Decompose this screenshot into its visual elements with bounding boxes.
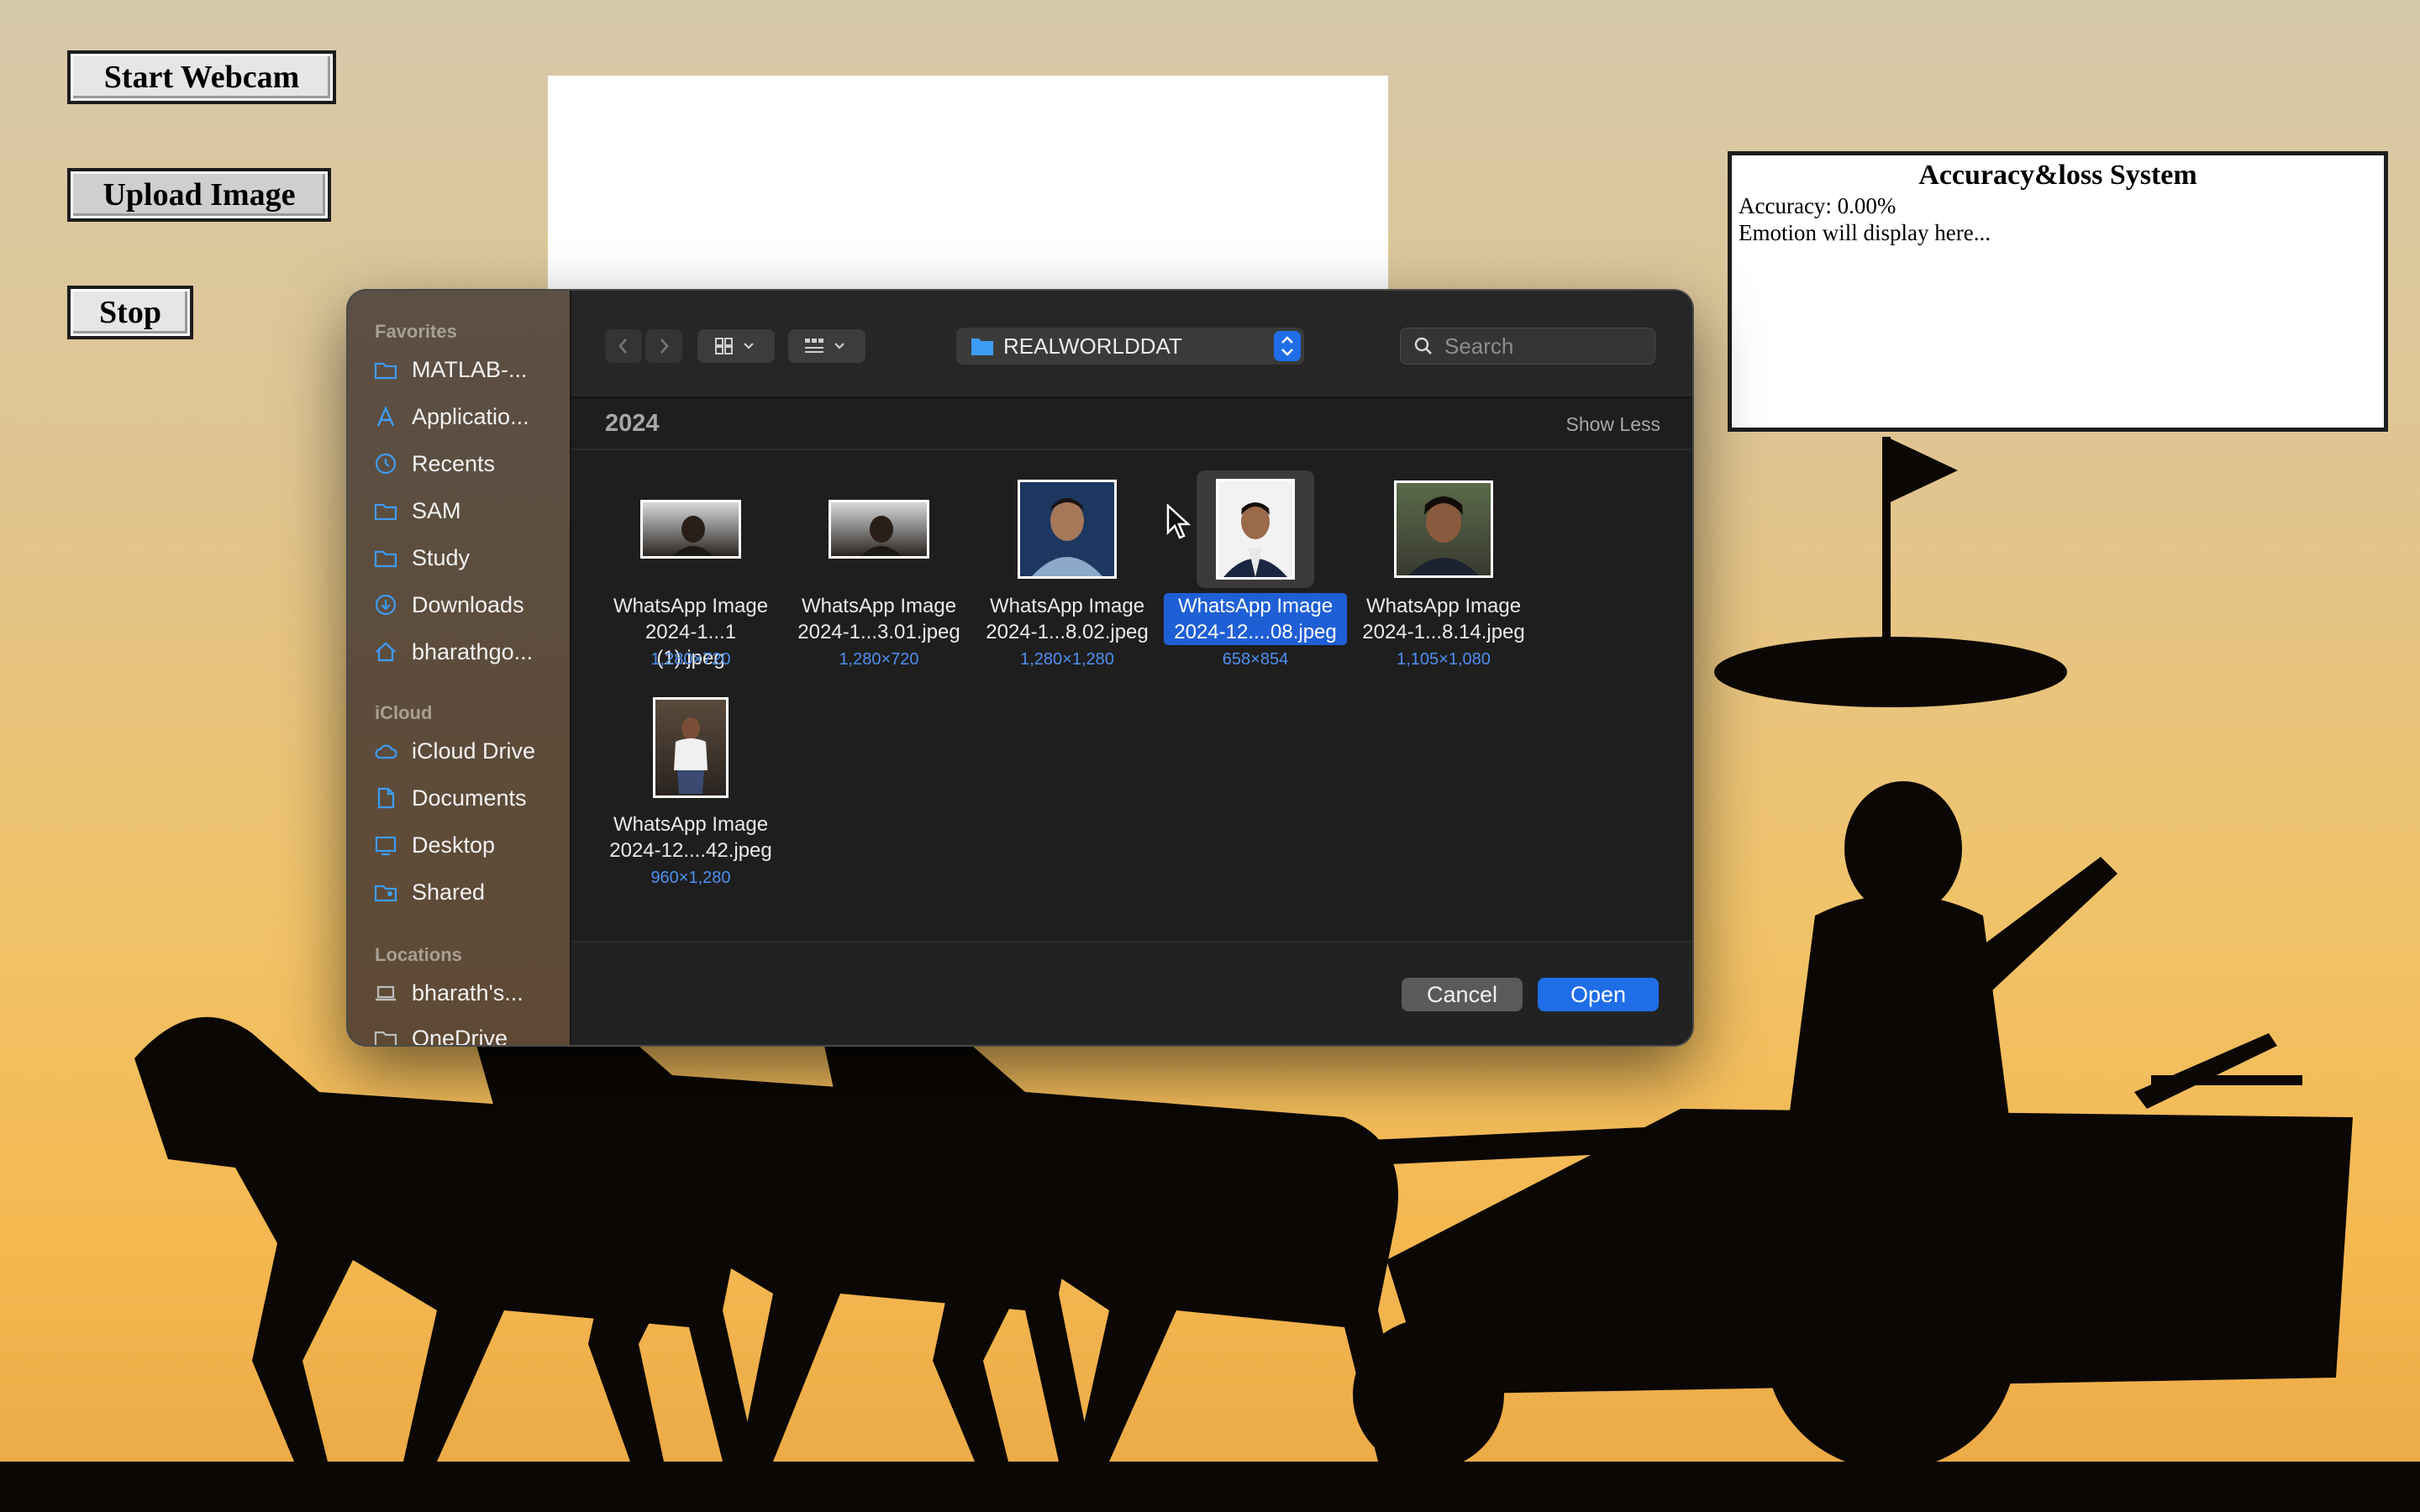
file-open-dialog: Favorites MATLAB-... Applicatio... Recen… [348, 291, 1692, 1045]
applications-icon [376, 405, 395, 427]
show-less-button[interactable]: Show Less [1565, 413, 1660, 436]
dialog-toolbar: REALWORLDDAT Search [571, 291, 1692, 398]
clock-icon [375, 453, 397, 475]
cancel-button[interactable]: Cancel [1402, 978, 1523, 1011]
file-dimensions: 1,280×720 [650, 650, 731, 669]
sidebar-item-label: bharath's... [412, 979, 523, 1005]
sidebar-item-applications[interactable]: Applicatio... [373, 396, 566, 437]
sidebar-item-desktop[interactable]: Desktop [373, 825, 566, 865]
forward-button[interactable] [645, 329, 682, 363]
mouse-pointer-icon [1166, 504, 1192, 539]
folder-icon [374, 503, 397, 521]
file-dimensions: 658×854 [1222, 650, 1289, 669]
folder-icon [374, 362, 397, 380]
group-view-button[interactable] [788, 329, 865, 363]
desktop-icon [375, 836, 397, 856]
section-title: 2024 [605, 410, 660, 437]
sidebar-item-macbook[interactable]: bharath's... [373, 973, 566, 1013]
search-placeholder: Search [1444, 333, 1514, 359]
sidebar-item-documents[interactable]: Documents [373, 778, 566, 818]
sidebar-header-icloud: iCloud [375, 702, 433, 723]
folder-location-label: REALWORLDDAT [1003, 333, 1182, 359]
file-dimensions: 960×1,280 [650, 869, 731, 887]
sidebar-item-sam[interactable]: SAM [373, 491, 566, 531]
document-icon [377, 787, 395, 809]
sidebar-item-downloads[interactable]: Downloads [373, 585, 566, 625]
shared-folder-icon [374, 885, 397, 902]
file-name: WhatsApp Image 2024-1...8.02.jpeg [986, 595, 1149, 643]
sidebar-item-label: iCloud Drive [412, 738, 536, 764]
folder-icon [374, 550, 397, 568]
image-preview-area [548, 76, 1388, 294]
sidebar-item-label: MATLAB-... [412, 356, 528, 382]
dialog-main: REALWORLDDAT Search 2024 Show Less Whats… [571, 291, 1692, 1045]
file-name: WhatsApp Image 2024-12....42.jpeg [609, 813, 772, 862]
sidebar-item-matlab[interactable]: MATLAB-... [373, 349, 566, 390]
stop-button[interactable]: Stop [67, 286, 193, 339]
sidebar-item-label: Recents [412, 450, 496, 476]
laptop-icon [376, 985, 396, 1001]
chevron-left-icon [618, 339, 627, 354]
sidebar-header-favorites: Favorites [375, 321, 457, 342]
dialog-sidebar: Favorites MATLAB-... Applicatio... Recen… [348, 291, 571, 1045]
upload-image-button[interactable]: Upload Image [67, 168, 331, 222]
emotion-readout: Emotion will display here... [1739, 220, 1991, 245]
search-icon [1414, 337, 1432, 354]
file-thumbnail [632, 470, 750, 588]
sidebar-item-study[interactable]: Study [373, 538, 566, 578]
sidebar-header-locations: Locations [375, 944, 462, 965]
folder-icon [374, 1031, 397, 1045]
sidebar-item-label: Shared [412, 879, 486, 905]
folder-location-popup[interactable]: REALWORLDDAT [956, 328, 1304, 365]
sidebar-item-label: Study [412, 544, 471, 570]
sidebar-item-label: OneDrive [412, 1025, 508, 1046]
search-input[interactable]: Search [1400, 328, 1655, 365]
sidebar-item-label: Downloads [412, 591, 524, 617]
sidebar-item-onedrive[interactable]: OneDrive [373, 1018, 566, 1045]
sidebar-item-label: bharathgo... [412, 638, 534, 664]
sidebar-item-label: Desktop [412, 832, 496, 858]
accuracy-panel-title: Accuracy&loss System [1918, 160, 2197, 191]
file-thumbnail [820, 470, 938, 588]
sidebar-item-label: Documents [412, 785, 527, 811]
chevron-right-icon [660, 339, 669, 354]
cloud-icon [375, 744, 397, 759]
icon-view-button[interactable] [697, 329, 775, 363]
file-dimensions: 1,280×1,280 [1020, 650, 1114, 669]
file-thumbnail [1008, 470, 1126, 588]
sidebar-item-shared[interactable]: Shared [373, 872, 566, 912]
grid-icon [715, 338, 754, 354]
open-button[interactable]: Open [1538, 978, 1659, 1011]
back-button[interactable] [605, 329, 642, 363]
file-thumbnail [1385, 470, 1502, 588]
sidebar-item-recents[interactable]: Recents [373, 444, 566, 484]
sidebar-item-icloud-drive[interactable]: iCloud Drive [373, 731, 566, 771]
file-name: WhatsApp Image 2024-12....08.jpeg [1163, 593, 1348, 645]
sidebar-item-label: SAM [412, 497, 461, 523]
home-icon [376, 642, 396, 662]
accuracy-readout: Accuracy: 0.00% [1739, 193, 1897, 218]
group-grid-icon [805, 339, 844, 353]
file-dimensions: 1,105×1,080 [1397, 650, 1491, 669]
dialog-footer: Cancel Open [571, 941, 1692, 1045]
sidebar-item-label: Applicatio... [412, 403, 529, 429]
file-name: WhatsApp Image 2024-1...3.01.jpeg [797, 595, 960, 643]
updown-chevron-icon [1274, 331, 1301, 361]
folder-icon [971, 339, 993, 355]
file-thumbnail [1197, 470, 1314, 588]
file-dimensions: 1,280×720 [839, 650, 919, 669]
section-header: 2024 Show Less [571, 398, 1692, 450]
accuracy-panel: Accuracy&loss System Accuracy: 0.00% Emo… [1728, 151, 2388, 432]
file-thumbnail [632, 689, 750, 806]
sidebar-item-home[interactable]: bharathgo... [373, 632, 566, 672]
start-webcam-button[interactable]: Start Webcam [67, 50, 336, 104]
download-icon [375, 594, 397, 616]
file-name: WhatsApp Image 2024-1...8.14.jpeg [1362, 595, 1525, 643]
